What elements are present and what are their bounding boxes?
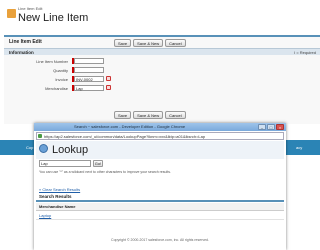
magnifier-icon <box>39 144 48 153</box>
page-title: New Line Item <box>18 12 89 24</box>
table-header-row: Merchandise Name <box>36 203 284 211</box>
result-link-laptop[interactable]: Laptop <box>36 211 284 220</box>
save-button[interactable]: Save <box>114 39 132 47</box>
field-label-invoice: Invoice <box>55 77 68 82</box>
save-button[interactable]: Save <box>114 111 132 119</box>
strip-text-left: Cop <box>26 145 34 150</box>
quantity-input[interactable] <box>74 67 104 73</box>
column-header-merchandise-name: Merchandise Name <box>39 204 76 209</box>
address-bar[interactable]: https://ap2.salesforce.com/_ui/common/da… <box>36 132 284 140</box>
window-title: Search ~ salesforce.com - Developer Edit… <box>74 124 186 129</box>
strip-text-right: acy <box>296 145 303 150</box>
lookup-title: Lookup <box>52 144 89 156</box>
lookup-header: Lookup <box>36 141 284 159</box>
top-button-row: Save Save & New Cancel <box>114 39 186 47</box>
bottom-button-row: Save Save & New Cancel <box>114 111 186 119</box>
merchandise-lookup-icon[interactable] <box>106 85 111 90</box>
invoice-input[interactable]: INV-0002 <box>74 76 104 82</box>
object-icon <box>7 9 16 18</box>
save-new-button[interactable]: Save & New <box>133 111 164 119</box>
go-button[interactable]: Go! <box>93 160 103 167</box>
record-title: Line Item Edit <box>9 39 42 45</box>
window-controls: – □ × <box>258 124 284 130</box>
copyright-text: Copyright © 2000-2017 salesforce.com, in… <box>111 238 209 242</box>
edit-form: Line Item Edit Save Save & New Cancel In… <box>4 35 320 124</box>
maximize-button[interactable]: □ <box>267 124 275 130</box>
clear-search-results-link[interactable]: « Clear Search Results <box>39 187 80 192</box>
address-url: https://ap2.salesforce.com/_ui/common/da… <box>44 134 206 139</box>
cancel-button[interactable]: Cancel <box>165 39 186 47</box>
line-item-number-input[interactable] <box>74 58 104 64</box>
minimize-button[interactable]: – <box>258 124 266 130</box>
section-title: Information <box>9 50 34 55</box>
merchandise-input[interactable]: Lap <box>74 85 104 91</box>
page-header: Line Item Edit New Line Item <box>0 0 320 34</box>
lookup-content: Lookup Lap Go! You can use "*" as a wild… <box>36 141 284 248</box>
results-table: Merchandise Name Laptop <box>36 203 284 220</box>
search-hint: You can use "*" as a wildcard next to ot… <box>39 170 171 174</box>
field-label-line-item-number: Line Item Number <box>36 59 68 64</box>
lookup-popup-window: Search ~ salesforce.com - Developer Edit… <box>34 123 286 250</box>
field-label-merchandise: Merchandise <box>45 86 68 91</box>
results-divider <box>36 200 284 202</box>
cancel-button[interactable]: Cancel <box>165 111 186 119</box>
save-new-button[interactable]: Save & New <box>133 39 164 47</box>
required-note: I = Required <box>294 50 316 55</box>
information-section-header: Information I = Required <box>4 48 320 55</box>
invoice-lookup-icon[interactable] <box>106 76 111 81</box>
page-subtitle: Line Item Edit <box>18 6 43 11</box>
table-row: Laptop <box>36 211 284 220</box>
close-button[interactable]: × <box>276 124 284 130</box>
search-results-title: Search Results <box>39 194 72 199</box>
window-titlebar[interactable]: Search ~ salesforce.com - Developer Edit… <box>34 123 286 131</box>
search-input[interactable]: Lap <box>39 160 91 167</box>
lock-icon <box>38 134 42 138</box>
field-label-quantity: Quantity <box>53 68 68 73</box>
